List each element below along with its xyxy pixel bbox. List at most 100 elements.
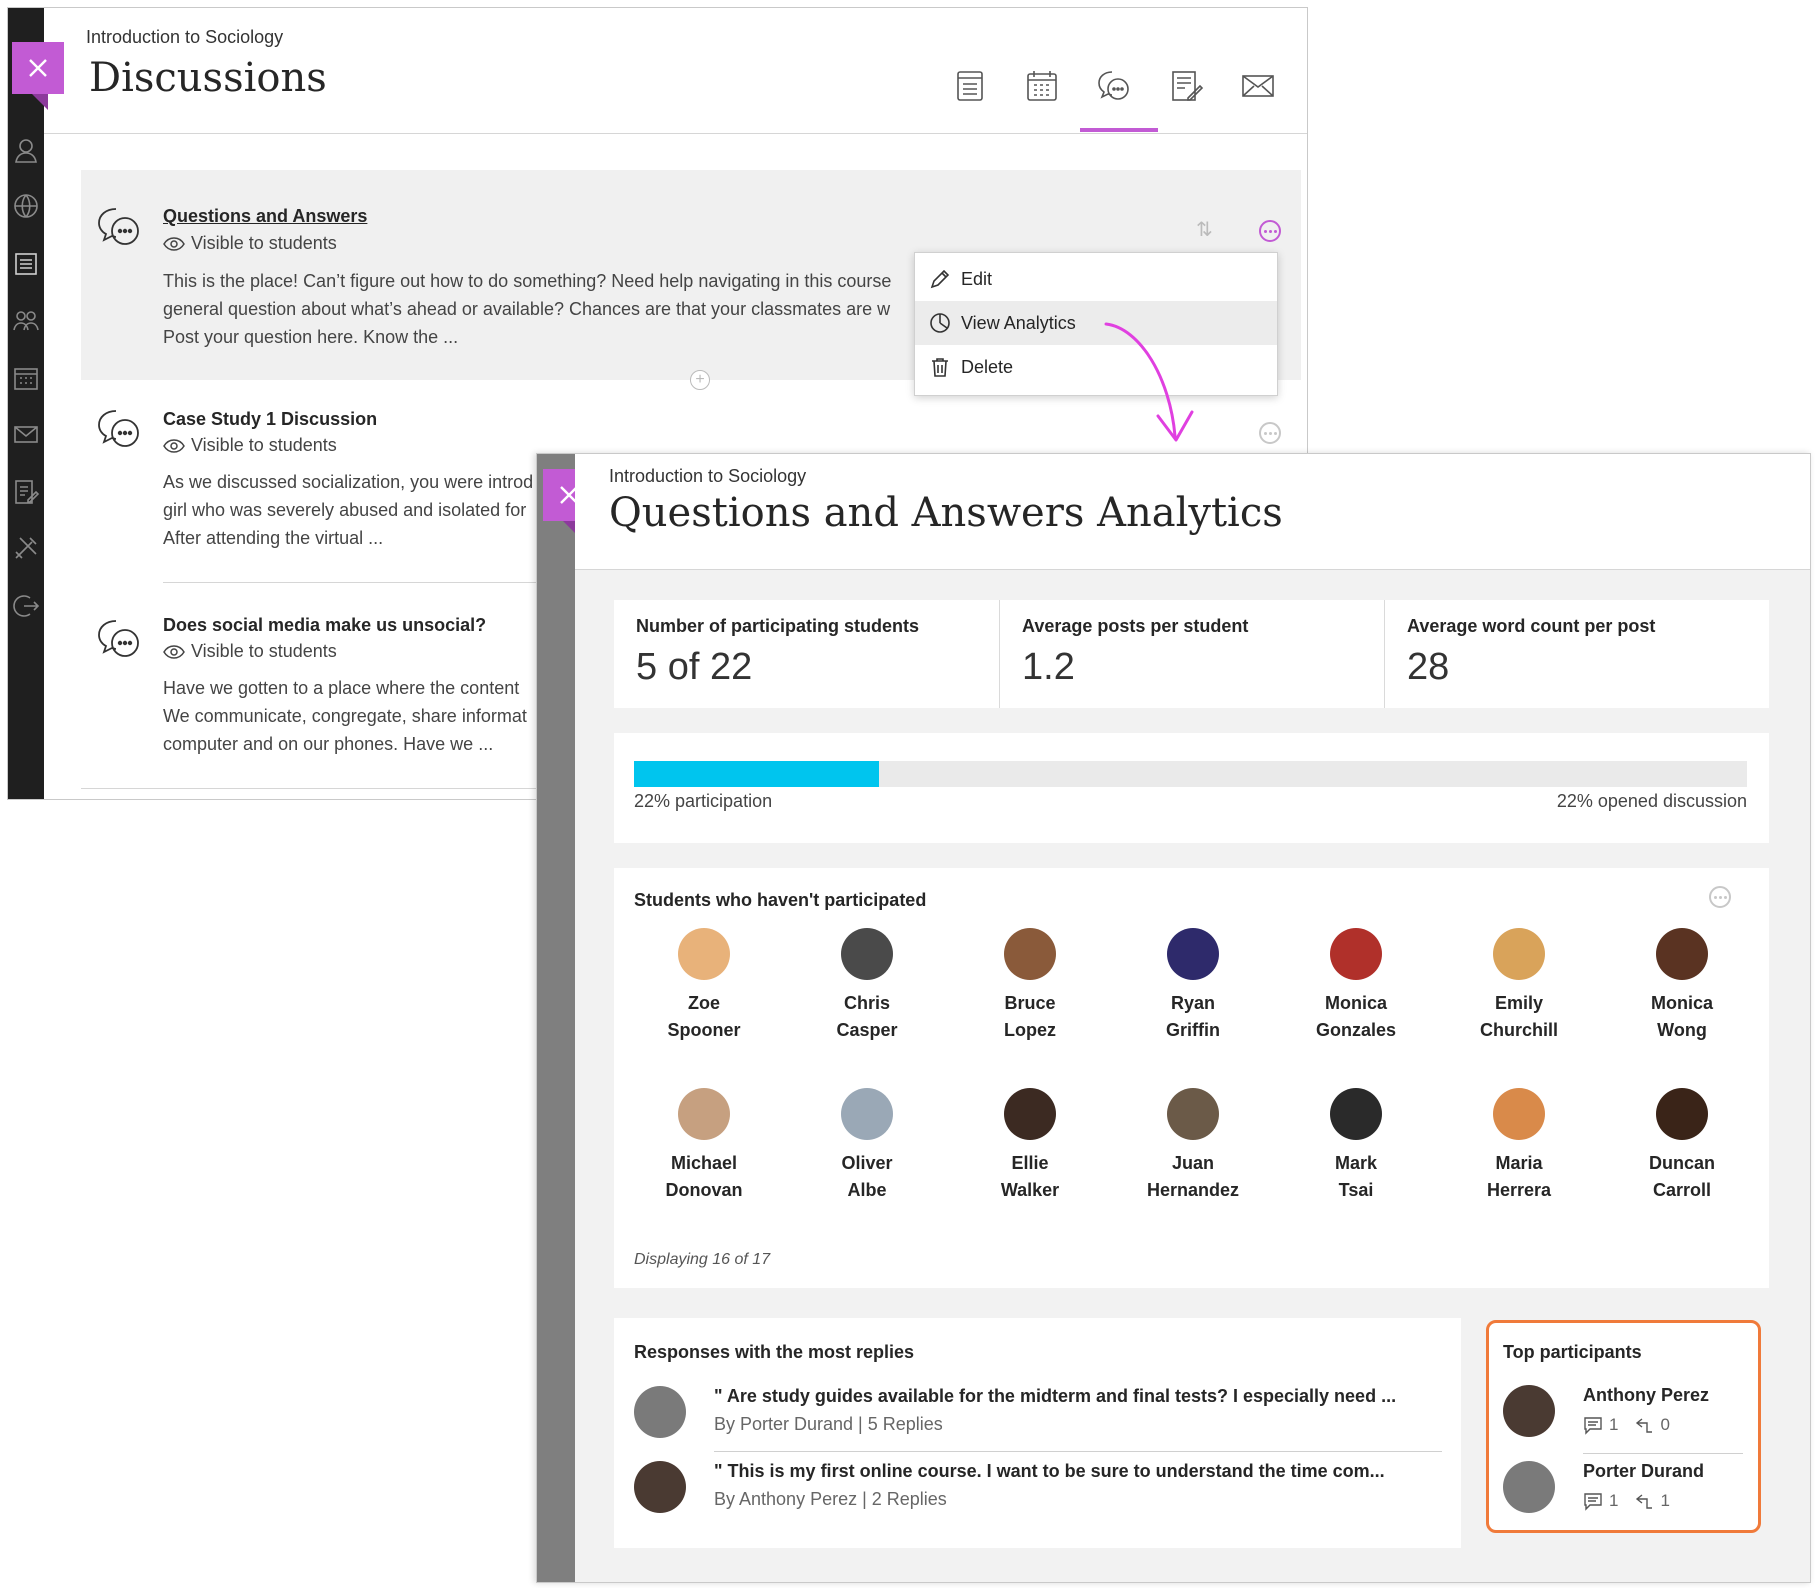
posts-icon	[1584, 1493, 1602, 1511]
avatar	[678, 928, 730, 980]
discussion-icon	[96, 616, 142, 662]
more-options-button[interactable]	[1259, 220, 1281, 242]
more-options-button[interactable]	[1709, 886, 1731, 908]
discussions-header: Introduction to Sociology Discussions	[44, 8, 1307, 134]
left-rail	[537, 454, 575, 1582]
posts-icon	[1584, 1417, 1602, 1435]
tools-icon[interactable]	[12, 534, 40, 562]
student-card[interactable]: Ryan Griffin	[1123, 928, 1263, 1044]
content-icon[interactable]	[952, 68, 988, 104]
avatar	[1004, 928, 1056, 980]
last-name: Churchill	[1479, 1020, 1558, 1040]
visibility-label: Visible to students	[191, 641, 337, 661]
stat-label: Average posts per student	[1022, 616, 1249, 636]
last-name: Herrera	[1486, 1180, 1552, 1200]
menu-item-view-analytics[interactable]: View Analytics	[915, 301, 1277, 345]
stat-label: Number of participating students	[636, 616, 920, 636]
student-card[interactable]: Monica Gonzales	[1286, 928, 1426, 1044]
last-name: Donovan	[665, 1180, 743, 1200]
participant-row[interactable]: Anthony Perez 1 0	[1503, 1385, 1748, 1457]
student-card[interactable]: Monica Wong	[1612, 928, 1752, 1044]
student-card[interactable]: Bruce Lopez	[960, 928, 1100, 1044]
courses-icon[interactable]	[12, 250, 40, 278]
eye-icon	[163, 644, 185, 659]
student-card[interactable]: Chris Casper	[797, 928, 937, 1044]
visibility-status: Visible to students	[163, 435, 337, 456]
avatar	[1330, 1088, 1382, 1140]
page-title: Questions and Answers Analytics	[609, 490, 1283, 536]
reorder-icon[interactable]: ⇅	[1196, 217, 1213, 242]
student-card[interactable]: Emily Churchill	[1449, 928, 1589, 1044]
participant-name[interactable]: Porter Durand	[1583, 1461, 1704, 1482]
last-name: Griffin	[1166, 1020, 1220, 1040]
visibility-label: Visible to students	[191, 435, 337, 455]
profile-icon[interactable]	[12, 136, 40, 164]
student-name: Emily Churchill	[1449, 990, 1589, 1044]
student-name: Ryan Griffin	[1123, 990, 1263, 1044]
student-card[interactable]: Duncan Carroll	[1612, 1088, 1752, 1204]
avatar	[1493, 1088, 1545, 1140]
calendar-icon[interactable]	[12, 364, 40, 392]
last-name: Albe	[847, 1180, 887, 1200]
pencil-icon	[930, 269, 950, 289]
messages-icon[interactable]	[1240, 68, 1276, 104]
student-card[interactable]: Juan Hernandez	[1123, 1088, 1263, 1204]
stat-label: Average word count per post	[1407, 616, 1656, 636]
student-card[interactable]: Maria Herrera	[1449, 1088, 1589, 1204]
add-item-icon[interactable]: +	[690, 370, 710, 390]
section-title: Responses with the most replies	[634, 1342, 915, 1362]
menu-item-delete[interactable]: Delete	[915, 345, 1277, 389]
response-row[interactable]: " This is my first online course. I want…	[634, 1461, 1444, 1533]
avatar	[1167, 928, 1219, 980]
discussion-title[interactable]: Case Study 1 Discussion	[163, 409, 377, 430]
annotation-arrow	[1104, 322, 1194, 442]
groups-icon[interactable]	[12, 306, 40, 334]
first-name: Ellie	[1011, 1153, 1049, 1173]
menu-item-edit[interactable]: Edit	[915, 257, 1277, 301]
student-name: Monica Wong	[1612, 990, 1752, 1044]
replies-icon	[1636, 1418, 1653, 1433]
divider	[714, 1451, 1442, 1452]
student-card[interactable]: Mark Tsai	[1286, 1088, 1426, 1204]
discussion-title-link[interactable]: Questions and Answers	[163, 206, 367, 227]
course-breadcrumb[interactable]: Introduction to Sociology	[86, 27, 283, 48]
participant-name[interactable]: Anthony Perez	[1583, 1385, 1709, 1406]
globe-icon[interactable]	[12, 192, 40, 220]
first-name: Monica	[1324, 993, 1387, 1013]
student-name: Ellie Walker	[960, 1150, 1100, 1204]
participant-row[interactable]: Porter Durand 1 1	[1503, 1461, 1748, 1533]
student-card[interactable]: Ellie Walker	[960, 1088, 1100, 1204]
response-quote[interactable]: " Are study guides available for the mid…	[714, 1386, 1396, 1407]
first-name: Zoe	[687, 993, 720, 1013]
analytics-header: Introduction to Sociology Questions and …	[575, 454, 1810, 570]
section-title: Students who haven't participated	[634, 890, 927, 910]
discussion-icon	[96, 406, 142, 452]
divider	[999, 600, 1000, 708]
participant-stats: 1 1	[1583, 1491, 1670, 1511]
student-card[interactable]: Zoe Spooner	[634, 928, 774, 1044]
grades-icon[interactable]	[12, 478, 40, 506]
visibility-status: Visible to students	[163, 641, 337, 662]
menu-item-label: Delete	[961, 356, 1014, 377]
first-name: Juan	[1171, 1153, 1214, 1173]
non-participants-card: Students who haven't participated Zoe Spo…	[614, 868, 1769, 1288]
first-name: Maria	[1495, 1153, 1543, 1173]
student-name: Oliver Albe	[797, 1150, 937, 1204]
student-card[interactable]: Michael Donovan	[634, 1088, 774, 1204]
discussion-title[interactable]: Does social media make us unsocial?	[163, 615, 486, 636]
discussions-icon[interactable]	[1096, 68, 1132, 104]
more-options-button[interactable]	[1259, 422, 1281, 444]
avatar	[1503, 1461, 1555, 1513]
stat-value: 5 of 22	[636, 646, 753, 688]
messages-icon[interactable]	[12, 420, 40, 448]
analytics-window: Introduction to Sociology Questions and …	[536, 453, 1811, 1583]
course-breadcrumb[interactable]: Introduction to Sociology	[609, 466, 806, 487]
response-row[interactable]: " Are study guides available for the mid…	[634, 1386, 1444, 1458]
last-name: Gonzales	[1315, 1020, 1397, 1040]
gradebook-icon[interactable]	[1168, 68, 1204, 104]
calendar-icon[interactable]	[1024, 68, 1060, 104]
avatar	[1656, 1088, 1708, 1140]
sign-out-icon[interactable]	[12, 592, 40, 620]
response-quote[interactable]: " This is my first online course. I want…	[714, 1461, 1385, 1482]
student-card[interactable]: Oliver Albe	[797, 1088, 937, 1204]
